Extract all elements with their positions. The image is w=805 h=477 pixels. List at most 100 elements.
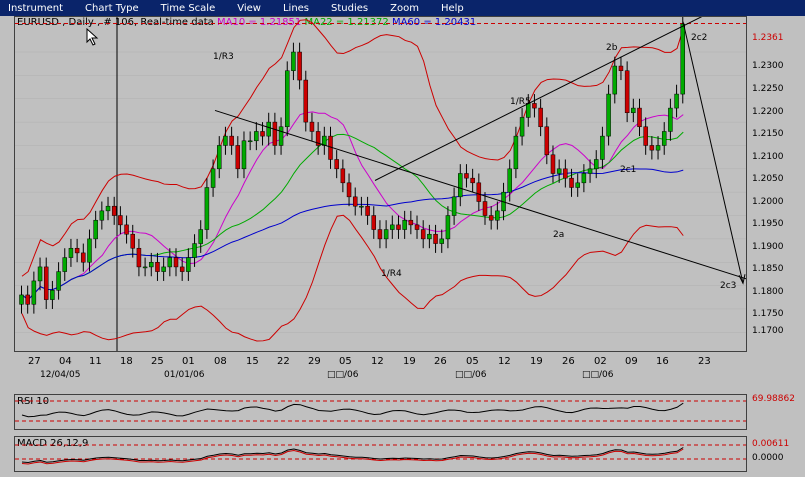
time-tick: 23 xyxy=(698,356,711,367)
candle-body xyxy=(149,261,154,268)
candle-body xyxy=(93,219,98,240)
candle-body xyxy=(210,168,216,188)
candle-body xyxy=(198,229,203,244)
candle-body xyxy=(637,107,642,128)
candle-body xyxy=(25,294,30,305)
rsi-axis: 69.98862 xyxy=(748,394,805,430)
macd-chart xyxy=(15,444,746,465)
candle-body xyxy=(68,247,74,258)
candle-body xyxy=(458,173,463,198)
candle-body xyxy=(19,294,24,305)
mouse-cursor-icon xyxy=(86,28,99,46)
time-tick: 26 xyxy=(562,356,575,367)
candle-body xyxy=(352,196,358,207)
candle-body xyxy=(87,238,92,263)
time-tick: 16 xyxy=(656,356,669,367)
menu-help[interactable]: Help xyxy=(441,3,464,14)
month-label: □□/06 xyxy=(455,370,487,380)
annotation-2b: 2b xyxy=(606,43,618,53)
macd-value: 0.00611 xyxy=(752,439,790,449)
candle-body xyxy=(519,117,525,137)
candle-body xyxy=(322,135,327,146)
candle-body xyxy=(142,266,148,269)
price-axis: 1.2361 1.2300 1.2250 1.2200 1.2150 1.210… xyxy=(748,16,805,352)
candle-body xyxy=(111,205,117,216)
candle-body xyxy=(309,121,315,132)
ma10-line xyxy=(21,111,684,301)
time-tick: 29 xyxy=(308,356,321,367)
menu-lines[interactable]: Lines xyxy=(283,3,309,14)
candle-body xyxy=(532,103,537,109)
candle-body xyxy=(563,168,568,179)
candle-body xyxy=(284,70,290,128)
menu-chart-type[interactable]: Chart Type xyxy=(85,3,139,14)
current-price-label: 1.2361 xyxy=(752,33,784,43)
price-tick: 1.1800 xyxy=(752,287,784,297)
candle-body xyxy=(62,257,68,272)
candle-body xyxy=(155,261,160,272)
candle-body xyxy=(433,233,438,244)
price-tick: 1.1700 xyxy=(752,326,784,336)
rsi-chart xyxy=(15,400,746,422)
candle-body xyxy=(408,219,414,226)
candle-body xyxy=(278,126,284,146)
annotation-2c1: 2c1 xyxy=(620,165,637,175)
time-tick: 09 xyxy=(625,356,638,367)
candle-body xyxy=(124,224,129,235)
annotation-1r4: 1/R4 xyxy=(381,269,402,279)
time-tick: 19 xyxy=(403,356,416,367)
candle-body xyxy=(241,140,247,170)
candle-body xyxy=(291,51,296,71)
macd-zero-value: 0.0000 xyxy=(752,453,784,463)
candle-body xyxy=(43,266,49,300)
menu-instrument[interactable]: Instrument xyxy=(8,3,63,14)
candle-body xyxy=(204,187,210,230)
candle-body xyxy=(445,215,451,240)
price-tick: 1.2200 xyxy=(752,107,784,117)
month-label: 12/04/05 xyxy=(40,370,81,380)
candle-body xyxy=(56,271,61,291)
candle-body xyxy=(680,23,686,95)
candle-body xyxy=(223,135,228,146)
time-tick: 04 xyxy=(59,356,72,367)
rsi-panel[interactable]: RSI 10 xyxy=(14,394,747,430)
candle-body xyxy=(272,121,278,146)
candle-body xyxy=(507,168,512,193)
candle-body xyxy=(254,131,259,142)
menu-zoom[interactable]: Zoom xyxy=(390,3,419,14)
price-chart-panel[interactable]: EURUSD , Daily , # 106, Real-time data M… xyxy=(14,16,747,352)
annotation-1r3: 1/R3 xyxy=(213,52,234,62)
menu-bar: Instrument Chart Type Time Scale View Li… xyxy=(0,0,805,16)
candle-body xyxy=(593,159,599,170)
month-label: □□/06 xyxy=(582,370,614,380)
price-tick: 1.1850 xyxy=(752,264,784,274)
candle-body xyxy=(390,224,395,230)
candle-body xyxy=(587,168,593,174)
price-tick: 1.1750 xyxy=(752,309,784,319)
macd-panel[interactable]: MACD 26,12,9 xyxy=(14,436,747,472)
candle-body xyxy=(488,215,494,221)
candle-body xyxy=(420,229,426,240)
candle-body xyxy=(130,233,135,249)
menu-view[interactable]: View xyxy=(237,3,261,14)
annotation-2c3: 2c3 xyxy=(720,281,737,291)
candle-body xyxy=(624,70,630,114)
time-tick: 27 xyxy=(28,356,41,367)
candle-body xyxy=(247,140,253,143)
candle-body xyxy=(235,145,241,170)
time-tick: 05 xyxy=(339,356,352,367)
macd-axis: 0.00611 0.0000 xyxy=(748,436,805,472)
candle-body xyxy=(451,196,457,216)
time-tick: 26 xyxy=(434,356,447,367)
candle-body xyxy=(266,121,271,137)
time-tick: 15 xyxy=(246,356,259,367)
price-tick: 1.2150 xyxy=(752,129,784,139)
candle-body xyxy=(600,135,605,160)
menu-studies[interactable]: Studies xyxy=(331,3,368,14)
menu-time-scale[interactable]: Time Scale xyxy=(161,3,216,14)
time-tick: 19 xyxy=(530,356,543,367)
candle-body xyxy=(556,168,562,174)
candle-body xyxy=(482,201,488,216)
rsi-value: 69.98862 xyxy=(752,394,795,404)
candle-body xyxy=(50,290,55,300)
